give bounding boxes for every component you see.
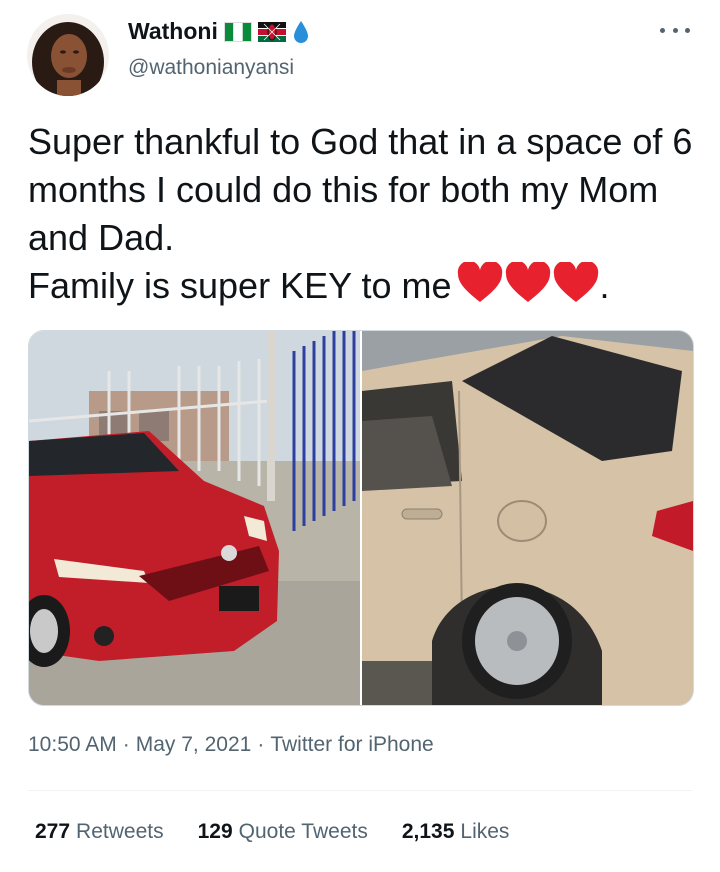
quote-tweets-count: 129 [197, 820, 233, 843]
nigeria-flag-icon [223, 21, 252, 42]
engagement-stats: 277 Retweets 129 Quote Tweets 2,135 Likes [35, 820, 509, 844]
red-heart-icon [458, 262, 503, 302]
retweets-label: Retweets [76, 820, 164, 843]
avatar[interactable] [27, 14, 109, 96]
dot [672, 27, 678, 33]
meta-separator: · [122, 733, 130, 756]
tweet-date[interactable]: May 7, 2021 [136, 733, 252, 757]
tweet-source[interactable]: Twitter for iPhone [270, 733, 433, 757]
hearts-emoji [457, 262, 599, 304]
tweet-meta: 10:50 AM · May 7, 2021 · Twitter for iPh… [28, 733, 434, 757]
media-grid [28, 330, 694, 706]
more-options-icon[interactable] [660, 20, 690, 40]
tweet: Wathoni @wathonianyansi Super thankful t… [0, 0, 720, 872]
dot [660, 27, 665, 33]
kenya-flag-icon [257, 21, 286, 42]
red-heart-icon [554, 262, 599, 302]
display-name[interactable]: Wathoni [128, 18, 218, 45]
author-name-row: Wathoni [128, 18, 310, 45]
author-handle[interactable]: @wathonianyansi [128, 56, 294, 80]
meta-separator: · [257, 733, 265, 756]
gold-toyota-corolla-photo[interactable] [362, 331, 693, 705]
retweets-count: 277 [35, 820, 71, 843]
tweet-text: Super thankful to God that in a space of… [28, 118, 708, 310]
likes-stat[interactable]: 2,135 Likes [402, 820, 510, 844]
quote-tweets-label: Quote Tweets [238, 820, 368, 843]
retweets-stat[interactable]: 277 Retweets [35, 820, 164, 844]
tweet-text-line2-text: Family is super KEY to me [28, 265, 452, 306]
tweet-text-line2-end: . [599, 265, 610, 306]
red-heart-icon [506, 262, 551, 302]
tweet-text-line1: Super thankful to God that in a space of… [28, 121, 693, 258]
tweet-text-line2: Family is super KEY to me . [28, 262, 708, 310]
tweet-time[interactable]: 10:50 AM [28, 733, 117, 757]
quote-tweets-stat[interactable]: 129 Quote Tweets [198, 820, 368, 844]
red-toyota-corolla-photo[interactable] [29, 331, 360, 705]
likes-label: Likes [460, 820, 510, 843]
water-drop-icon [292, 20, 310, 44]
likes-count: 2,135 [401, 820, 455, 843]
dot [685, 27, 690, 33]
divider [28, 790, 692, 791]
